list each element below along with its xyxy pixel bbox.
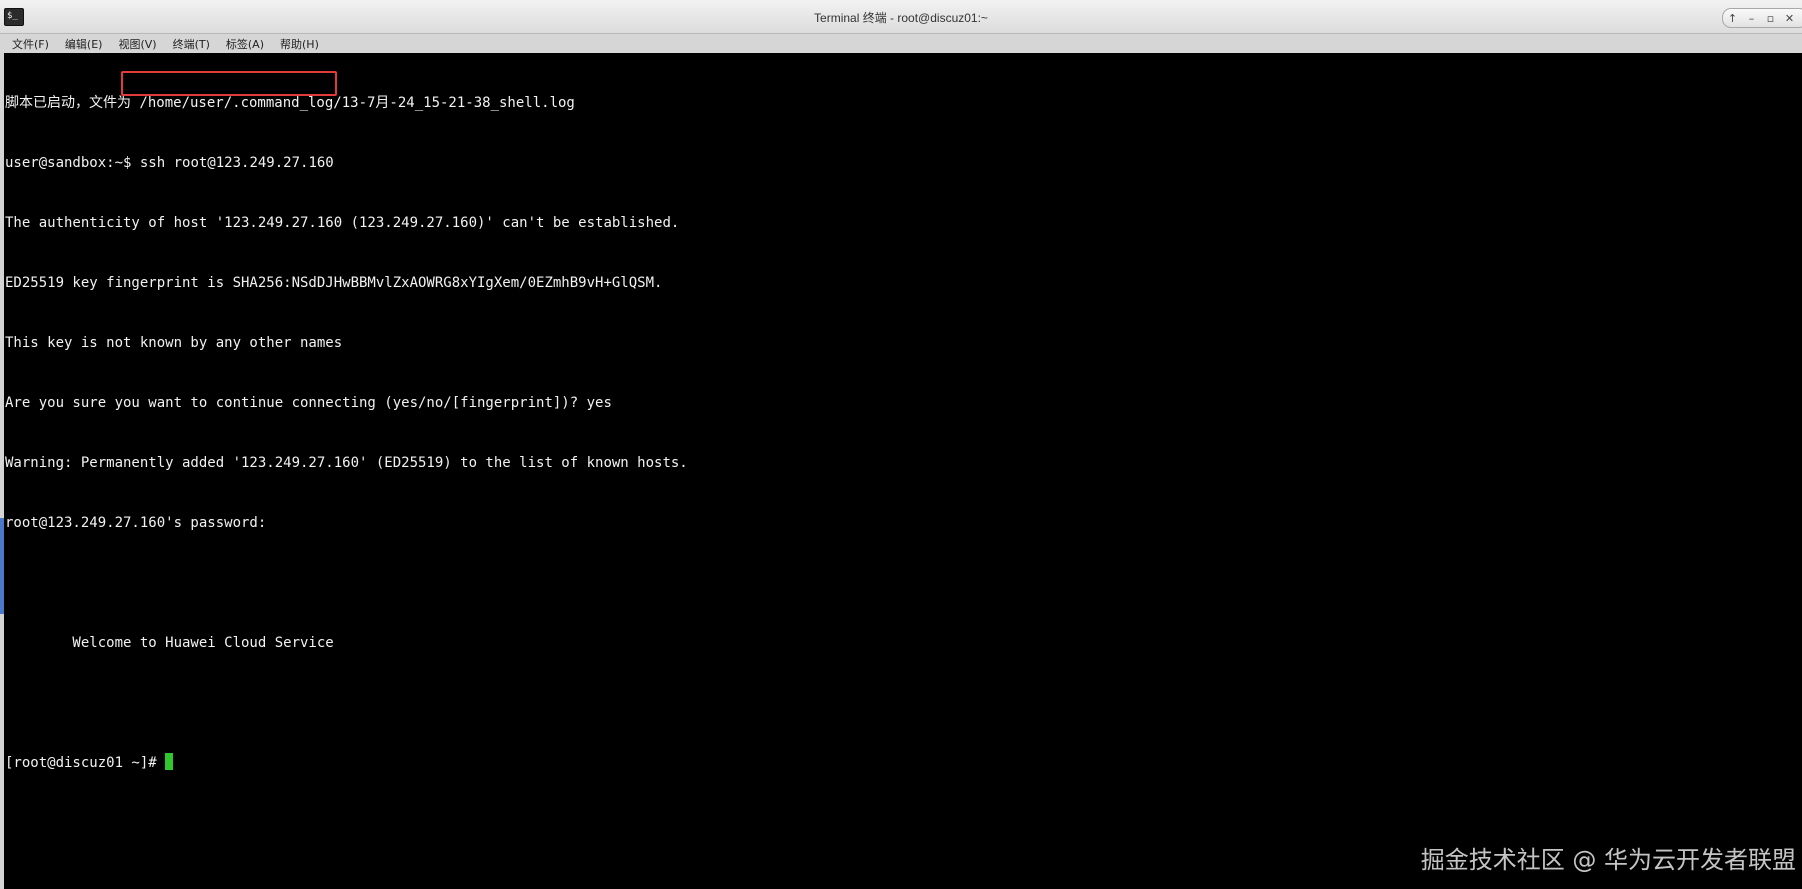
close-button[interactable]: ✕ [1781, 12, 1799, 25]
terminal-line: Warning: Permanently added '123.249.27.1… [5, 455, 688, 471]
menu-help[interactable]: 帮助(H) [280, 36, 319, 52]
terminal-line: This key is not known by any other names [5, 335, 343, 351]
root-prompt-line: [root@discuz01 ~]# [5, 753, 688, 773]
window-controls: ↑ – ▫ ✕ [1722, 8, 1802, 28]
menu-terminal[interactable]: 终端(T) [173, 36, 210, 52]
terminal-line: Are you sure you want to continue connec… [5, 395, 612, 411]
terminal-line: The authenticity of host '123.249.27.160… [5, 215, 680, 231]
welcome-message: Welcome to Huawei Cloud Service [5, 635, 334, 651]
window-title: Terminal 终端 - root@discuz01:~ [814, 11, 988, 25]
command-highlight-box [121, 71, 337, 96]
terminal-line: root@123.249.27.160's password: [5, 515, 267, 531]
terminal-text: 脚本已启动，文件为 /home/user/.command_log/13-7月-… [5, 53, 688, 813]
keep-above-button[interactable]: ↑ [1724, 12, 1742, 25]
root-prompt: [root@discuz01 ~]# [5, 755, 157, 771]
menu-view[interactable]: 视图(V) [118, 36, 156, 52]
ssh-command-line: user@sandbox:~$ ssh root@123.249.27.160 [5, 153, 688, 173]
menu-tabs[interactable]: 标签(A) [226, 36, 264, 52]
minimize-button[interactable]: – [1743, 12, 1761, 25]
maximize-button[interactable]: ▫ [1762, 12, 1780, 25]
menu-bar: 文件(F) 编辑(E) 视图(V) 终端(T) 标签(A) 帮助(H) [0, 34, 1802, 53]
title-bar[interactable]: $_ Terminal 终端 - root@discuz01:~ ↑ – ▫ ✕ [0, 0, 1802, 34]
terminal-line: ED25519 key fingerprint is SHA256:NSdDJH… [5, 275, 663, 291]
shell-prompt: user@sandbox:~$ [5, 155, 132, 171]
terminal-line: 脚本已启动，文件为 /home/user/.command_log/13-7月-… [5, 95, 575, 111]
ssh-command: ssh root@123.249.27.160 [139, 155, 334, 171]
text-cursor [164, 753, 173, 770]
terminal-window: $_ Terminal 终端 - root@discuz01:~ ↑ – ▫ ✕… [0, 0, 1802, 889]
terminal-output[interactable]: 脚本已启动，文件为 /home/user/.command_log/13-7月-… [4, 53, 1802, 889]
watermark: 掘金技术社区 @ 华为云开发者联盟 [1420, 846, 1796, 874]
menu-file[interactable]: 文件(F) [12, 36, 49, 52]
left-edge-marker [0, 518, 4, 614]
menu-edit[interactable]: 编辑(E) [65, 36, 103, 52]
